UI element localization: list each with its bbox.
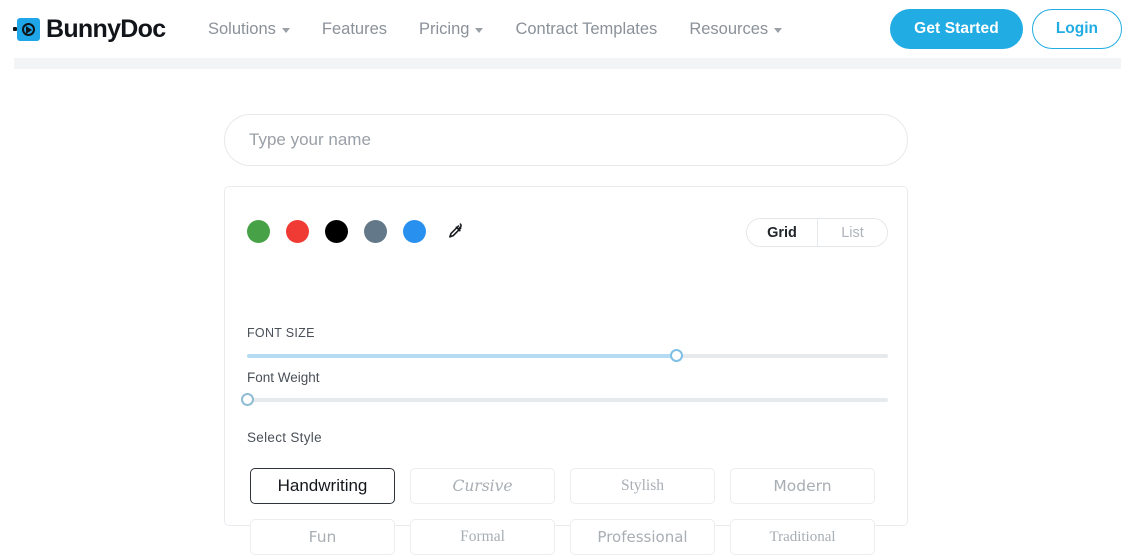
font-weight-slider[interactable]	[241, 393, 888, 406]
font-weight-slider-thumb[interactable]	[241, 393, 254, 406]
name-input[interactable]	[224, 114, 908, 166]
chevron-down-icon	[281, 27, 290, 33]
color-swatch-green[interactable]	[247, 220, 270, 243]
select-style-label: Select Style	[247, 430, 322, 445]
nav-item-features[interactable]: Features	[306, 20, 403, 39]
nav-item-label: Resources	[689, 19, 769, 38]
style-option-formal[interactable]: Formal	[410, 519, 555, 555]
font-weight-label: Font Weight	[247, 370, 320, 385]
view-mode-toggle: Grid List	[746, 218, 888, 247]
style-option-traditional[interactable]: Traditional	[730, 519, 875, 555]
style-option-professional[interactable]: Professional	[570, 519, 715, 555]
bunnydoc-logo-icon	[13, 14, 43, 44]
eyedropper-icon[interactable]	[444, 221, 466, 243]
color-swatch-black[interactable]	[325, 220, 348, 243]
site-header: BunnyDoc Solutions Features Pricing Cont…	[0, 0, 1136, 58]
login-button[interactable]: Login	[1031, 9, 1122, 49]
color-swatch-row	[247, 220, 466, 243]
font-size-slider-thumb[interactable]	[670, 349, 684, 362]
chevron-down-icon	[475, 27, 484, 33]
header-divider	[14, 58, 1121, 69]
main-navigation: Solutions Features Pricing Contract Temp…	[208, 0, 798, 58]
color-swatch-blue[interactable]	[403, 220, 426, 243]
font-size-slider[interactable]	[247, 349, 888, 362]
color-swatch-slate[interactable]	[364, 220, 387, 243]
style-option-modern[interactable]: Modern	[730, 468, 875, 504]
header-actions: Get Started Login	[890, 9, 1122, 49]
color-swatch-red[interactable]	[286, 220, 309, 243]
nav-item-contract-templates[interactable]: Contract Templates	[499, 20, 673, 39]
font-size-label: FONT SIZE	[247, 326, 315, 340]
style-option-fun[interactable]: Fun	[250, 519, 395, 555]
view-mode-list[interactable]: List	[817, 219, 887, 246]
view-mode-grid[interactable]: Grid	[747, 219, 817, 246]
nav-item-solutions[interactable]: Solutions	[208, 20, 306, 39]
style-option-grid: Handwriting Cursive Stylish Modern Fun F…	[250, 468, 875, 555]
chevron-down-icon	[774, 27, 783, 33]
font-size-slider-fill	[247, 354, 677, 358]
signature-options-panel: Grid List FONT SIZE Font Weight Select S…	[224, 186, 908, 555]
style-option-cursive[interactable]: Cursive	[410, 468, 555, 504]
brand-name: BunnyDoc	[46, 14, 166, 43]
nav-item-pricing[interactable]: Pricing	[403, 20, 499, 39]
nav-item-label: Pricing	[419, 19, 470, 38]
style-option-stylish[interactable]: Stylish	[570, 468, 715, 504]
nav-item-label: Contract Templates	[515, 19, 658, 38]
get-started-button[interactable]: Get Started	[890, 9, 1023, 49]
nav-item-label: Solutions	[208, 19, 276, 38]
nav-item-resources[interactable]: Resources	[673, 20, 798, 39]
style-option-handwriting[interactable]: Handwriting	[250, 468, 395, 504]
brand-logo[interactable]: BunnyDoc	[13, 14, 166, 44]
signature-creator-stage: Grid List FONT SIZE Font Weight Select S…	[0, 69, 1136, 555]
nav-item-label: Features	[321, 19, 388, 38]
